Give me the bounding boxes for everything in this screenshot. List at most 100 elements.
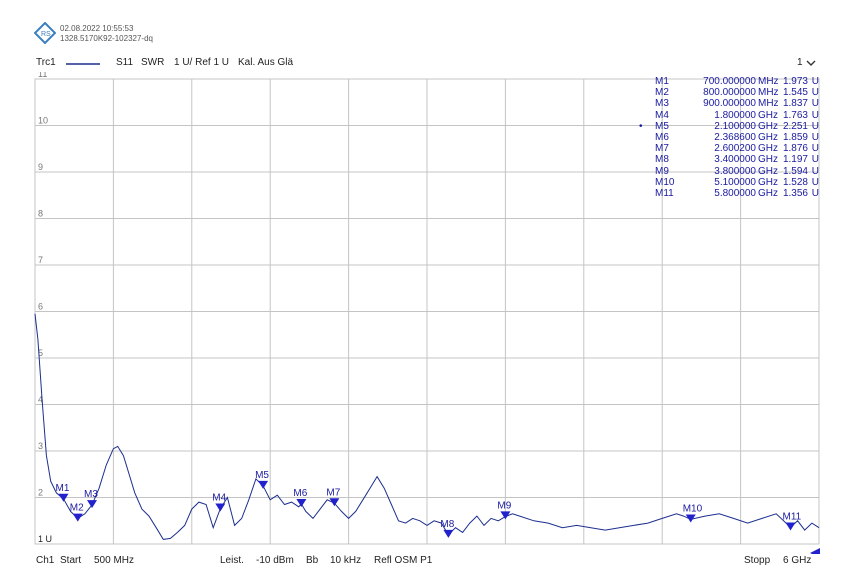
marker-frequency-unit: MHz (758, 76, 779, 87)
power-value[interactable]: -10 dBm (256, 555, 294, 566)
marker-m3[interactable]: M3 (84, 489, 98, 509)
marker-label: M6 (293, 488, 307, 499)
marker-name: M9 (655, 165, 669, 177)
marker-frequency-unit: GHz (758, 154, 778, 166)
marker-frequency: 3.400000 (714, 154, 756, 166)
marker-row[interactable]: M8 3.400000 GHz 1.197 U (645, 154, 820, 165)
marker-triangle-icon (329, 498, 340, 507)
marker-label: M1 (56, 483, 70, 494)
marker-swr-unit: U (811, 87, 819, 99)
channel-info-bar: Ch1 Start 500 MHz Leist. -10 dBm Bb 10 k… (0, 555, 850, 571)
marker-swr-unit: U (811, 143, 819, 155)
marker-triangle-icon (72, 513, 83, 522)
bandwidth-label: Bb (306, 555, 319, 566)
marker-frequency: 5.800000 (714, 187, 756, 199)
y-tick-label: 2 (38, 488, 43, 498)
reference-level-icon[interactable] (810, 548, 820, 554)
marker-row[interactable]: M1 700.000000 MHz 1.973 U (645, 76, 820, 87)
marker-label: M8 (440, 519, 454, 530)
marker-frequency: 900.000000 (703, 98, 756, 110)
trace-name[interactable]: Trc1 (36, 57, 56, 68)
marker-frequency-unit: GHz (758, 165, 778, 177)
stop-label: Stopp (744, 555, 771, 566)
marker-m10[interactable]: M10 (683, 503, 703, 523)
marker-swr-value: 1.356 (782, 187, 808, 199)
marker-swr-value: 1.528 (782, 176, 808, 188)
marker-frequency-unit: GHz (758, 120, 778, 132)
y-tick-label: 1 U (38, 534, 52, 544)
start-frequency[interactable]: 500 MHz (94, 555, 134, 566)
marker-row[interactable]: M7 2.600200 GHz 1.876 U (645, 143, 820, 154)
marker-swr-unit: U (811, 120, 819, 132)
marker-m2[interactable]: M2 (70, 503, 84, 522)
trace-scale[interactable]: 1 U/ Ref 1 U (174, 57, 229, 68)
marker-frequency: 2.600200 (714, 143, 756, 155)
marker-frequency-unit: MHz (758, 87, 779, 99)
marker-swr-unit: U (811, 187, 819, 199)
marker-frequency: 2.368600 (714, 131, 756, 143)
marker-row[interactable]: M3 900.000000 MHz 1.837 U (645, 98, 820, 109)
marker-label: M9 (497, 500, 511, 511)
marker-frequency-unit: GHz (758, 176, 778, 188)
marker-row[interactable]: M10 5.100000 GHz 1.528 U (645, 177, 820, 188)
marker-frequency: 3.800000 (714, 165, 756, 177)
trace-format[interactable]: SWR (141, 57, 164, 68)
marker-triangle-icon (785, 522, 796, 531)
marker-name: M3 (655, 98, 669, 110)
y-tick-label: 9 (38, 162, 43, 172)
marker-swr-unit: U (811, 176, 819, 188)
marker-row[interactable]: M9 3.800000 GHz 1.594 U (645, 166, 820, 177)
channel-select[interactable]: 1 (797, 57, 803, 68)
marker-row[interactable]: M2 800.000000 MHz 1.545 U (645, 87, 820, 98)
marker-m11[interactable]: M11 (782, 511, 802, 531)
marker-label: M5 (255, 470, 269, 481)
marker-name: M8 (655, 154, 669, 166)
marker-name: M10 (655, 176, 675, 188)
y-tick-label: 7 (38, 255, 43, 265)
marker-row[interactable]: • M5 2.100000 GHz 2.251 U (639, 120, 820, 132)
y-tick-label: 10 (38, 116, 48, 126)
marker-frequency: 1.800000 (714, 109, 756, 121)
y-tick-labels: 1 U234567891011 (38, 72, 52, 544)
trace-line-icon (66, 63, 100, 65)
timestamp: 02.08.2022 10:55:53 (60, 24, 134, 33)
calibration-status: Kal. Aus Glä (238, 57, 294, 68)
marker-name: M2 (655, 87, 669, 99)
marker-label: M7 (326, 487, 340, 498)
port-config: Refl OSM P1 (374, 555, 433, 566)
marker-swr-value: 1.594 (782, 165, 808, 177)
marker-label: M3 (84, 489, 98, 500)
marker-name: M7 (655, 143, 669, 155)
marker-frequency-unit: MHz (758, 98, 779, 110)
timestamp-block: 02.08.2022 10:55:53 1328.5170K92-102327-… (60, 24, 153, 44)
marker-swr-unit: U (811, 154, 819, 166)
marker-swr-value: 1.876 (782, 143, 808, 155)
marker-m5[interactable]: M5 (255, 470, 269, 489)
marker-m1[interactable]: M1 (56, 483, 70, 502)
y-tick-label: 11 (38, 72, 47, 79)
channel-label: Ch1 (36, 555, 55, 566)
marker-frequency-unit: GHz (758, 131, 778, 143)
marker-name: M5 (655, 120, 669, 132)
marker-layer[interactable]: M1M2M3 M4 M5 M6 M7 M8 M9 M10 M11 (56, 470, 802, 538)
marker-swr-value: 2.251 (782, 120, 808, 132)
bandwidth-value[interactable]: 10 kHz (330, 555, 361, 566)
marker-m7[interactable]: M7 (326, 487, 341, 507)
trace-parameter[interactable]: S11 (116, 57, 133, 68)
marker-m4[interactable]: M4 (212, 493, 227, 512)
marker-row[interactable]: M11 5.800000 GHz 1.356 U (645, 188, 820, 199)
marker-frequency-unit: GHz (758, 143, 778, 155)
marker-row[interactable]: M4 1.800000 GHz 1.763 U (645, 110, 820, 121)
svg-text:RS: RS (41, 31, 51, 38)
marker-frequency-unit: GHz (758, 109, 778, 121)
chevron-down-icon[interactable] (806, 60, 816, 67)
marker-triangle-icon (443, 529, 454, 538)
marker-swr-value: 1.763 (782, 109, 808, 121)
marker-swr-value: 1.973 (782, 76, 808, 87)
start-label: Start (60, 555, 82, 566)
marker-label: M4 (212, 493, 226, 504)
marker-m9[interactable]: M9 (497, 500, 512, 520)
stop-frequency[interactable]: 6 GHz (783, 555, 811, 566)
marker-m8[interactable]: M8 (440, 519, 455, 538)
marker-row[interactable]: M6 2.368600 GHz 1.859 U (645, 132, 820, 143)
